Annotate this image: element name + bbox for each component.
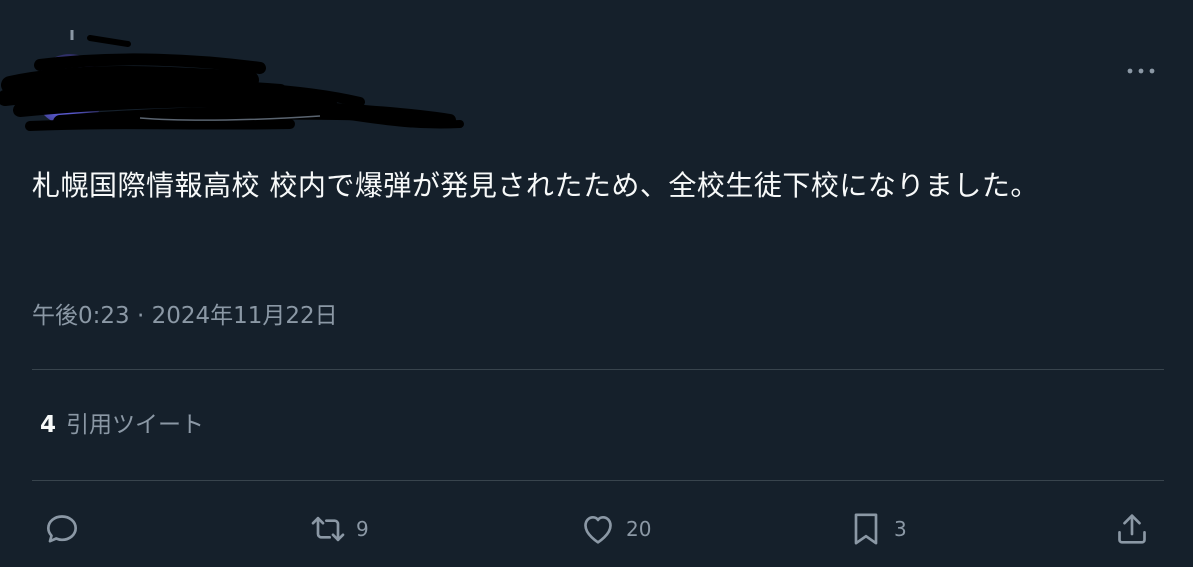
tweet-timestamp[interactable]: 午後0:23 · 2024年11月22日: [32, 296, 338, 330]
tweet-text: 札幌国際情報高校 校内で爆弾が発見されたため、全校生徒下校になりました。: [32, 169, 1039, 202]
quote-count: 4: [40, 412, 57, 438]
reply-button[interactable]: [42, 505, 82, 553]
retweet-icon: [311, 516, 345, 542]
bookmark-button[interactable]: 3: [846, 505, 907, 553]
redaction-scribble: [0, 30, 464, 131]
tweet-header: [0, 0, 1193, 140]
like-count: 20: [626, 517, 652, 541]
retweet-count: 9: [356, 517, 369, 541]
share-button[interactable]: [1112, 505, 1152, 553]
bookmark-icon: [854, 513, 878, 545]
divider: [32, 369, 1164, 370]
more-options-button[interactable]: [1122, 56, 1160, 86]
heart-icon: [584, 516, 612, 544]
bookmark-count: 3: [894, 517, 907, 541]
like-button[interactable]: 20: [578, 505, 651, 553]
quote-tweets-link[interactable]: 4 引用ツイート: [40, 405, 204, 439]
tweet-detail: 札幌国際情報高校 校内で爆弾が発見されたため、全校生徒下校になりました。 午後0…: [0, 0, 1193, 567]
more-icon: [1127, 68, 1155, 74]
reply-icon: [47, 515, 77, 543]
divider: [32, 480, 1164, 481]
retweet-button[interactable]: 9: [308, 505, 369, 553]
share-icon: [1118, 514, 1146, 544]
quote-label: 引用ツイート: [66, 412, 205, 438]
